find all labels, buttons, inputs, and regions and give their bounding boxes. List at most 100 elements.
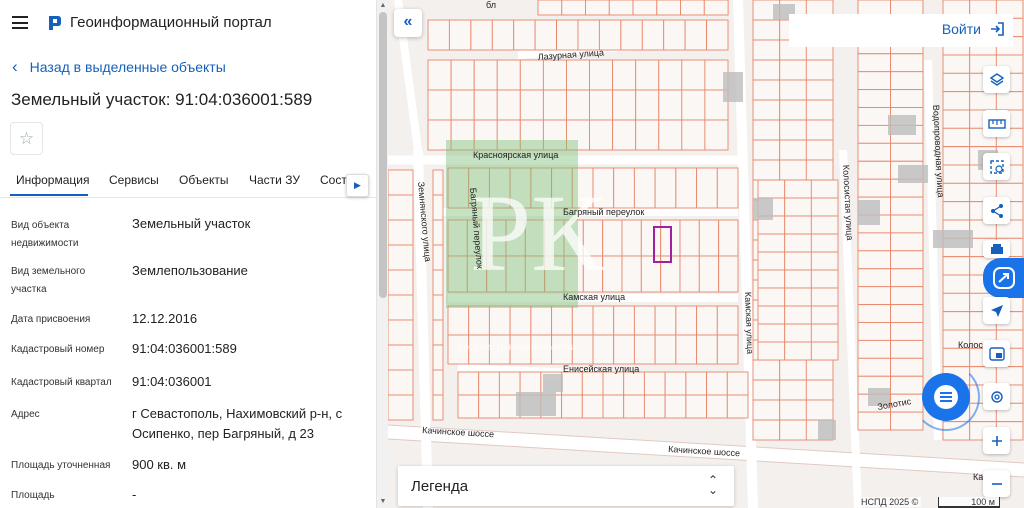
parcel[interactable] <box>388 169 414 196</box>
parcel[interactable] <box>496 59 521 91</box>
parcel[interactable] <box>752 139 781 161</box>
parcel[interactable] <box>571 305 594 336</box>
parcel[interactable] <box>942 146 971 166</box>
parcel[interactable] <box>635 59 660 91</box>
parcel[interactable] <box>488 305 511 336</box>
parcel[interactable] <box>664 371 687 396</box>
parcel[interactable] <box>752 19 781 41</box>
parcel[interactable] <box>784 323 812 343</box>
parcel[interactable] <box>556 19 579 51</box>
parcel[interactable] <box>805 139 834 161</box>
parcel[interactable] <box>427 59 452 91</box>
parcel[interactable] <box>602 371 625 396</box>
parcel[interactable] <box>612 119 637 151</box>
panel-scrollbar[interactable]: ▲ ▼ <box>376 0 388 508</box>
parcel[interactable] <box>566 89 591 121</box>
parcel[interactable] <box>890 339 924 359</box>
parcel[interactable] <box>706 371 728 396</box>
parcel[interactable] <box>498 371 521 396</box>
parcel[interactable] <box>706 19 729 51</box>
parcel[interactable] <box>757 233 786 253</box>
parcel[interactable] <box>805 99 834 121</box>
parcel[interactable] <box>470 19 493 51</box>
parcel[interactable] <box>704 119 729 151</box>
parcel[interactable] <box>519 371 542 396</box>
parcel[interactable] <box>890 142 924 162</box>
parcel[interactable] <box>857 268 891 288</box>
layers-button[interactable] <box>983 66 1010 93</box>
parcel[interactable] <box>457 371 480 396</box>
parcel[interactable] <box>857 411 891 431</box>
parcel[interactable] <box>592 305 615 336</box>
parcel[interactable] <box>388 369 414 396</box>
scrollbar-thumb[interactable] <box>379 12 387 298</box>
parcel[interactable] <box>542 89 567 121</box>
parcel[interactable] <box>519 89 544 121</box>
locate-button[interactable] <box>983 297 1010 324</box>
cadastral-map[interactable]: РК росреестр недвижимости Лазурная улица… <box>388 0 1024 508</box>
parcel[interactable] <box>427 19 450 51</box>
parcel[interactable] <box>757 305 786 325</box>
parcel[interactable] <box>752 379 781 401</box>
parcel[interactable] <box>432 244 444 271</box>
map-canvas[interactable]: РК росреестр недвижимости Лазурная улица… <box>388 0 1024 508</box>
parcel[interactable] <box>388 194 414 221</box>
parcel[interactable] <box>633 167 656 209</box>
zoom-in-button[interactable] <box>983 427 1010 454</box>
parcel[interactable] <box>703 0 729 16</box>
parcel[interactable] <box>656 0 682 16</box>
parcel[interactable] <box>784 215 812 235</box>
parcel[interactable] <box>432 269 444 296</box>
parcel[interactable] <box>685 394 708 419</box>
parcel[interactable] <box>942 164 971 184</box>
parcel[interactable] <box>890 71 924 91</box>
parcel[interactable] <box>685 371 708 396</box>
parcel[interactable] <box>726 371 749 396</box>
parcel[interactable] <box>857 304 891 323</box>
parcel[interactable] <box>890 286 924 306</box>
parcel[interactable] <box>513 19 536 51</box>
parcel[interactable] <box>589 89 614 121</box>
parcel[interactable] <box>457 394 480 419</box>
parcel[interactable] <box>752 99 781 121</box>
parcel[interactable] <box>561 394 583 419</box>
parcel[interactable] <box>542 59 567 91</box>
parcel[interactable] <box>698 255 720 293</box>
parcel[interactable] <box>681 59 706 91</box>
parcel[interactable] <box>388 269 414 296</box>
parcel[interactable] <box>551 305 573 336</box>
parcel[interactable] <box>643 394 666 419</box>
parcel[interactable] <box>784 305 812 325</box>
parcel[interactable] <box>779 419 807 441</box>
parcel[interactable] <box>612 59 637 91</box>
parcel[interactable] <box>473 89 498 121</box>
parcel[interactable] <box>654 334 677 365</box>
parcel[interactable] <box>969 91 997 111</box>
parcel[interactable] <box>757 341 786 361</box>
ruler-button[interactable] <box>983 110 1010 137</box>
parcel[interactable] <box>942 256 971 276</box>
parcel[interactable] <box>810 251 839 271</box>
parcel[interactable] <box>890 250 924 270</box>
parcel[interactable] <box>447 305 470 336</box>
parcel[interactable] <box>857 89 891 108</box>
parcel[interactable] <box>432 394 444 421</box>
parcel[interactable] <box>857 232 891 252</box>
parcel[interactable] <box>942 127 971 148</box>
parcel[interactable] <box>779 399 807 421</box>
parcel[interactable] <box>450 59 475 91</box>
parcel[interactable] <box>519 59 544 91</box>
parcel[interactable] <box>613 167 635 209</box>
parcel[interactable] <box>577 19 600 51</box>
parcel[interactable] <box>534 19 557 51</box>
parcel[interactable] <box>857 357 891 377</box>
parcel[interactable] <box>890 268 924 288</box>
parcel[interactable] <box>623 371 645 396</box>
parcel[interactable] <box>696 167 718 209</box>
parcel[interactable] <box>805 399 834 421</box>
parcel[interactable] <box>473 59 498 91</box>
parcel[interactable] <box>450 89 475 121</box>
parcel[interactable] <box>623 394 645 419</box>
parcel[interactable] <box>581 394 604 419</box>
parcel[interactable] <box>779 79 807 101</box>
